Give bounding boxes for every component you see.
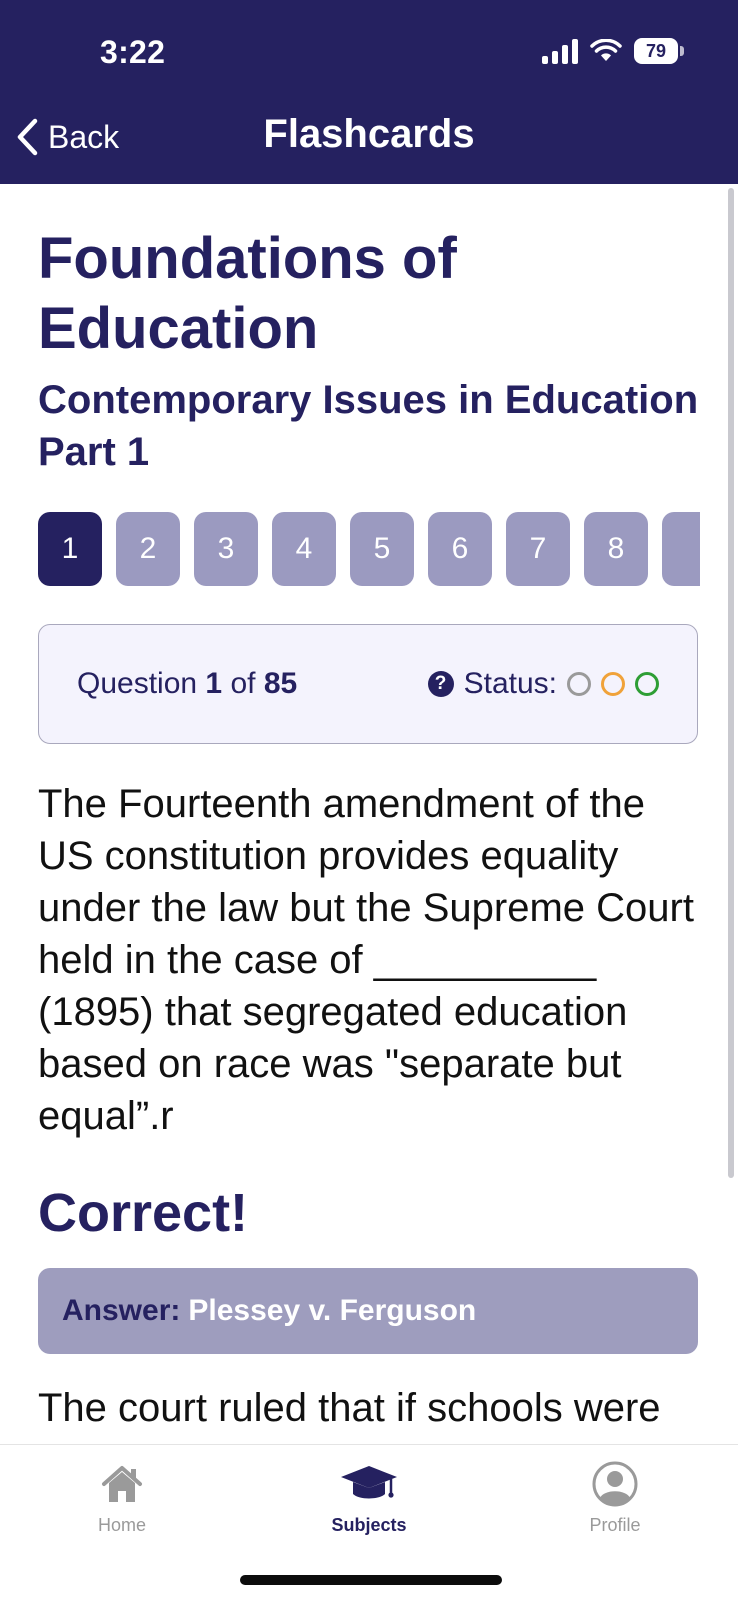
answer-value: Plessey v. Ferguson — [188, 1294, 477, 1327]
flashcards-screen: 3:22 79 Back Flashcards Foundations of E… — [0, 0, 738, 1600]
battery-level: 79 — [645, 40, 667, 61]
question-tile[interactable]: 2 — [116, 512, 180, 586]
tab-subjects[interactable]: Subjects — [294, 1459, 444, 1536]
answer-label: Answer: — [62, 1294, 181, 1327]
tab-subjects-label: Subjects — [331, 1515, 407, 1535]
status-label: Status: — [463, 667, 557, 700]
tab-profile-label: Profile — [589, 1515, 641, 1535]
battery-icon: 79 — [634, 38, 684, 64]
question-tile[interactable]: 4 — [272, 512, 336, 586]
question-current: 1 — [205, 667, 223, 700]
question-tile[interactable] — [662, 512, 700, 586]
home-icon — [102, 1466, 142, 1502]
answer-explanation: The court ruled that if schools were equ… — [38, 1386, 661, 1444]
home-indicator[interactable] — [240, 1575, 502, 1585]
main-content: Foundations of Education Contemporary Is… — [38, 190, 700, 1444]
question-of: of — [230, 667, 256, 700]
question-info-box: Question 1 of 85 ? Status: — [38, 624, 698, 744]
question-counter: Question 1 of 85 — [77, 667, 297, 701]
question-tile[interactable]: 8 — [584, 512, 648, 586]
top-bar: 3:22 79 Back Flashcards — [0, 0, 738, 184]
question-tile[interactable]: 5 — [350, 512, 414, 586]
tab-home[interactable]: Home — [47, 1459, 197, 1536]
help-icon[interactable]: ? — [427, 671, 454, 697]
status-icons: 79 — [542, 38, 684, 64]
question-prefix: Question — [77, 667, 198, 700]
status-dot-green[interactable] — [635, 672, 659, 696]
question-text: The Fourteenth amendment of the US const… — [38, 782, 694, 1138]
question-tile[interactable]: 1 — [38, 512, 102, 586]
tab-profile[interactable]: Profile — [540, 1459, 690, 1536]
wifi-icon — [590, 39, 622, 61]
bottom-tab-bar: Home Subjects Profile — [0, 1444, 738, 1600]
page-title: Flashcards — [263, 112, 475, 156]
topic-title: Contemporary Issues in Education Part 1 — [38, 378, 699, 474]
result-title: Correct! — [38, 1183, 249, 1243]
answer-box: Answer: Plessey v. Ferguson — [38, 1268, 698, 1354]
status-dot-orange[interactable] — [601, 672, 625, 696]
question-tile[interactable]: 3 — [194, 512, 258, 586]
status-time: 3:22 — [100, 34, 166, 70]
scrollbar[interactable] — [728, 188, 734, 1178]
question-tile[interactable]: 7 — [506, 512, 570, 586]
profile-icon — [592, 1461, 638, 1507]
status-dot-grey[interactable] — [567, 672, 591, 696]
status-group: ? Status: — [427, 667, 659, 701]
tab-home-label: Home — [97, 1515, 146, 1535]
question-total: 85 — [263, 667, 298, 700]
question-tile[interactable]: 6 — [428, 512, 492, 586]
graduation-cap-icon — [341, 1466, 397, 1499]
signal-icon — [542, 38, 578, 64]
question-tile-row: 1 2 3 4 5 6 7 8 — [38, 512, 700, 586]
subject-title: Foundations of Education — [38, 226, 457, 361]
